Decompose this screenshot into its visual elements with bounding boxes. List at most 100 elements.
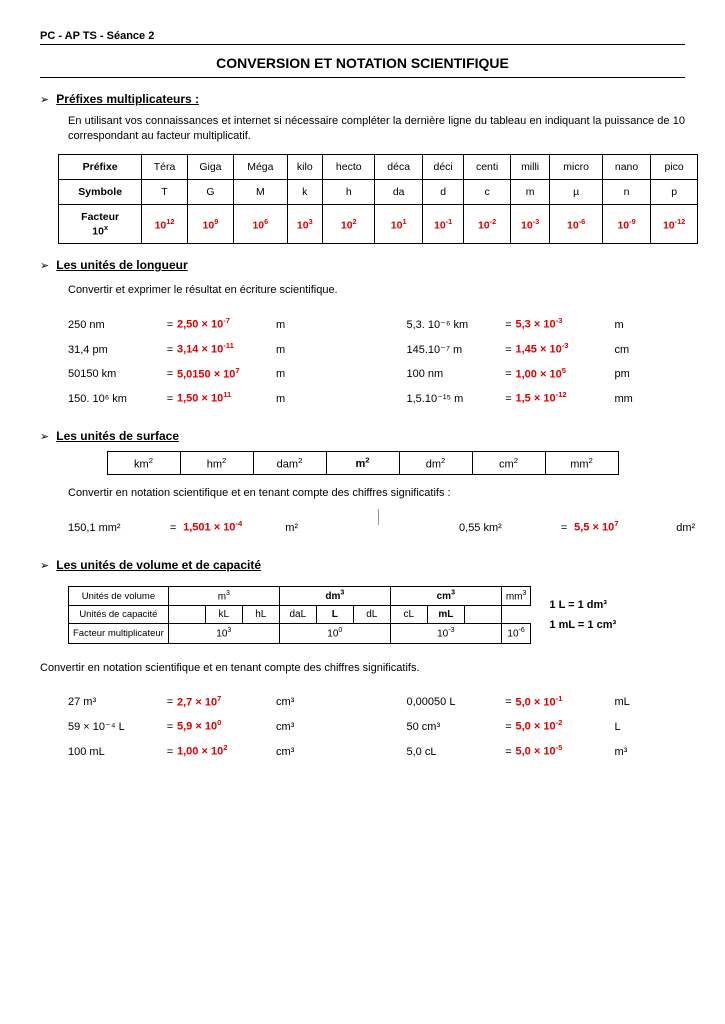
unit: pm (615, 368, 630, 380)
equals: = (502, 368, 516, 380)
cell: nano (602, 154, 650, 179)
cell: cm3 (390, 587, 501, 606)
answer: 5,0 × 10-2 (516, 718, 611, 733)
answer: 5,5 × 107 (574, 519, 669, 534)
cell: µ (550, 179, 602, 204)
arrow-icon: ➢ (40, 559, 49, 572)
unit: mL (615, 696, 630, 708)
answer: 3,14 × 10-11 (177, 341, 272, 356)
lhs: 150,1 mm² (68, 522, 163, 534)
section-volume-label: Les unités de volume et de capacité (56, 558, 261, 572)
answer: 5,0 × 10-5 (516, 743, 611, 758)
cell: 103 (168, 624, 279, 643)
cell: hL (242, 606, 279, 624)
conv-line: 5,3. 10⁻⁶ km=5,3 × 10-3m (407, 316, 686, 331)
cell: déca (375, 154, 422, 179)
section-prefixes-label: Préfixes multiplicateurs : (56, 92, 199, 106)
conv-line: 50 cm³=5,0 × 10-2L (407, 718, 686, 733)
row-header: Préfixe (59, 154, 142, 179)
arrow-icon: ➢ (40, 93, 49, 106)
table-row: Unités de volume m3 dm3 cm3 mm3 (69, 587, 531, 606)
cell: kL (205, 606, 242, 624)
cell: cL (390, 606, 427, 624)
cell: 10-6 (550, 204, 602, 244)
cell: kilo (287, 154, 322, 179)
answer: 5,0 × 10-1 (516, 694, 611, 709)
cell: pico (651, 154, 698, 179)
cell: k (287, 179, 322, 204)
cell: T (142, 179, 187, 204)
section-surface-head: ➢ Les unités de surface (40, 429, 685, 443)
eq-l-dm3: 1 L = 1 dm³ (549, 599, 616, 611)
table-row: Préfixe Téra Giga Méga kilo hecto déca d… (59, 154, 698, 179)
cell: Téra (142, 154, 187, 179)
page-title: CONVERSION ET NOTATION SCIENTIFIQUE (40, 55, 685, 71)
prefix-table: Préfixe Téra Giga Méga kilo hecto déca d… (58, 154, 698, 245)
equals: = (557, 522, 571, 534)
answer: 2,7 × 107 (177, 694, 272, 709)
cell: 10-1 (422, 204, 463, 244)
conv-line: 0,00050 L=5,0 × 10-1mL (407, 694, 686, 709)
row-header: Facteur10x (59, 204, 142, 244)
eq-ml-cm3: 1 mL = 1 cm³ (549, 619, 616, 631)
table-row: Symbole T G M k h da d c m µ n p (59, 179, 698, 204)
equals: = (163, 368, 177, 380)
cell: p (651, 179, 698, 204)
cell: 109 (187, 204, 233, 244)
cell: cm2 (472, 451, 545, 475)
lhs: 50 cm³ (407, 721, 502, 733)
unit: dm² (676, 522, 695, 534)
section-length-head: ➢ Les unités de longueur (40, 258, 685, 272)
section-length-label: Les unités de longueur (56, 258, 187, 272)
section-surface-intro: Convertir en notation scientifique et en… (68, 487, 685, 499)
cell: dam2 (253, 451, 326, 475)
cell: 10-3 (510, 204, 550, 244)
equals: = (502, 721, 516, 733)
equals: = (163, 319, 177, 331)
arrow-icon: ➢ (40, 430, 49, 443)
length-conversions: 250 nm=2,50 × 10-7m31,4 pm=3,14 × 10-11m… (68, 306, 685, 415)
conv-line: 0,55 km² = 5,5 × 107 dm² (459, 519, 695, 534)
table-row: km2hm2dam2m2dm2cm2mm2 (107, 451, 618, 475)
answer: 1,00 × 102 (177, 743, 272, 758)
conv-line: 59 × 10⁻⁴ L=5,9 × 100cm³ (68, 718, 347, 733)
lhs: 5,3. 10⁻⁶ km (407, 318, 502, 331)
col-right: 0,00050 L=5,0 × 10-1mL50 cm³=5,0 × 10-2L… (407, 684, 686, 768)
row-header: Unités de volume (69, 587, 169, 606)
cell: h (323, 179, 375, 204)
cell: 10-9 (602, 204, 650, 244)
table-row: Facteur10x 1012 109 106 103 102 101 10-1… (59, 204, 698, 244)
cell (464, 606, 501, 624)
cell: Giga (187, 154, 233, 179)
cell: micro (550, 154, 602, 179)
answer: 5,3 × 10-3 (516, 316, 611, 331)
cell: daL (279, 606, 316, 624)
cell: hecto (323, 154, 375, 179)
cell: 10-3 (390, 624, 501, 643)
row-header: Facteur multiplicateur (69, 624, 169, 643)
unit: mm (615, 393, 633, 405)
conv-line: 50150 km=5,0150 × 107m (68, 366, 347, 381)
cell: mm3 (501, 587, 531, 606)
cell: m2 (326, 451, 399, 475)
cell: 103 (287, 204, 322, 244)
lhs: 150. 10⁶ km (68, 393, 163, 405)
cell: m (510, 179, 550, 204)
unit: m (276, 368, 285, 380)
conv-line: 250 nm=2,50 × 10-7m (68, 316, 347, 331)
cell: 10-2 (464, 204, 510, 244)
equals: = (502, 393, 516, 405)
equals: = (502, 696, 516, 708)
unit: m (276, 344, 285, 356)
unit: m² (285, 522, 298, 534)
section-length-intro: Convertir et exprimer le résultat en écr… (68, 284, 685, 296)
unit: m³ (615, 746, 628, 758)
title-rule (40, 77, 685, 78)
cell: 102 (323, 204, 375, 244)
cell: hm2 (180, 451, 253, 475)
conv-line: 31,4 pm=3,14 × 10-11m (68, 341, 347, 356)
cell: 10-6 (501, 624, 531, 643)
volume-table-wrap: Unités de volume m3 dm3 cm3 mm3 Unités d… (40, 580, 685, 650)
section-prefixes-text: En utilisant vos connaissances et intern… (68, 114, 685, 144)
cell: n (602, 179, 650, 204)
